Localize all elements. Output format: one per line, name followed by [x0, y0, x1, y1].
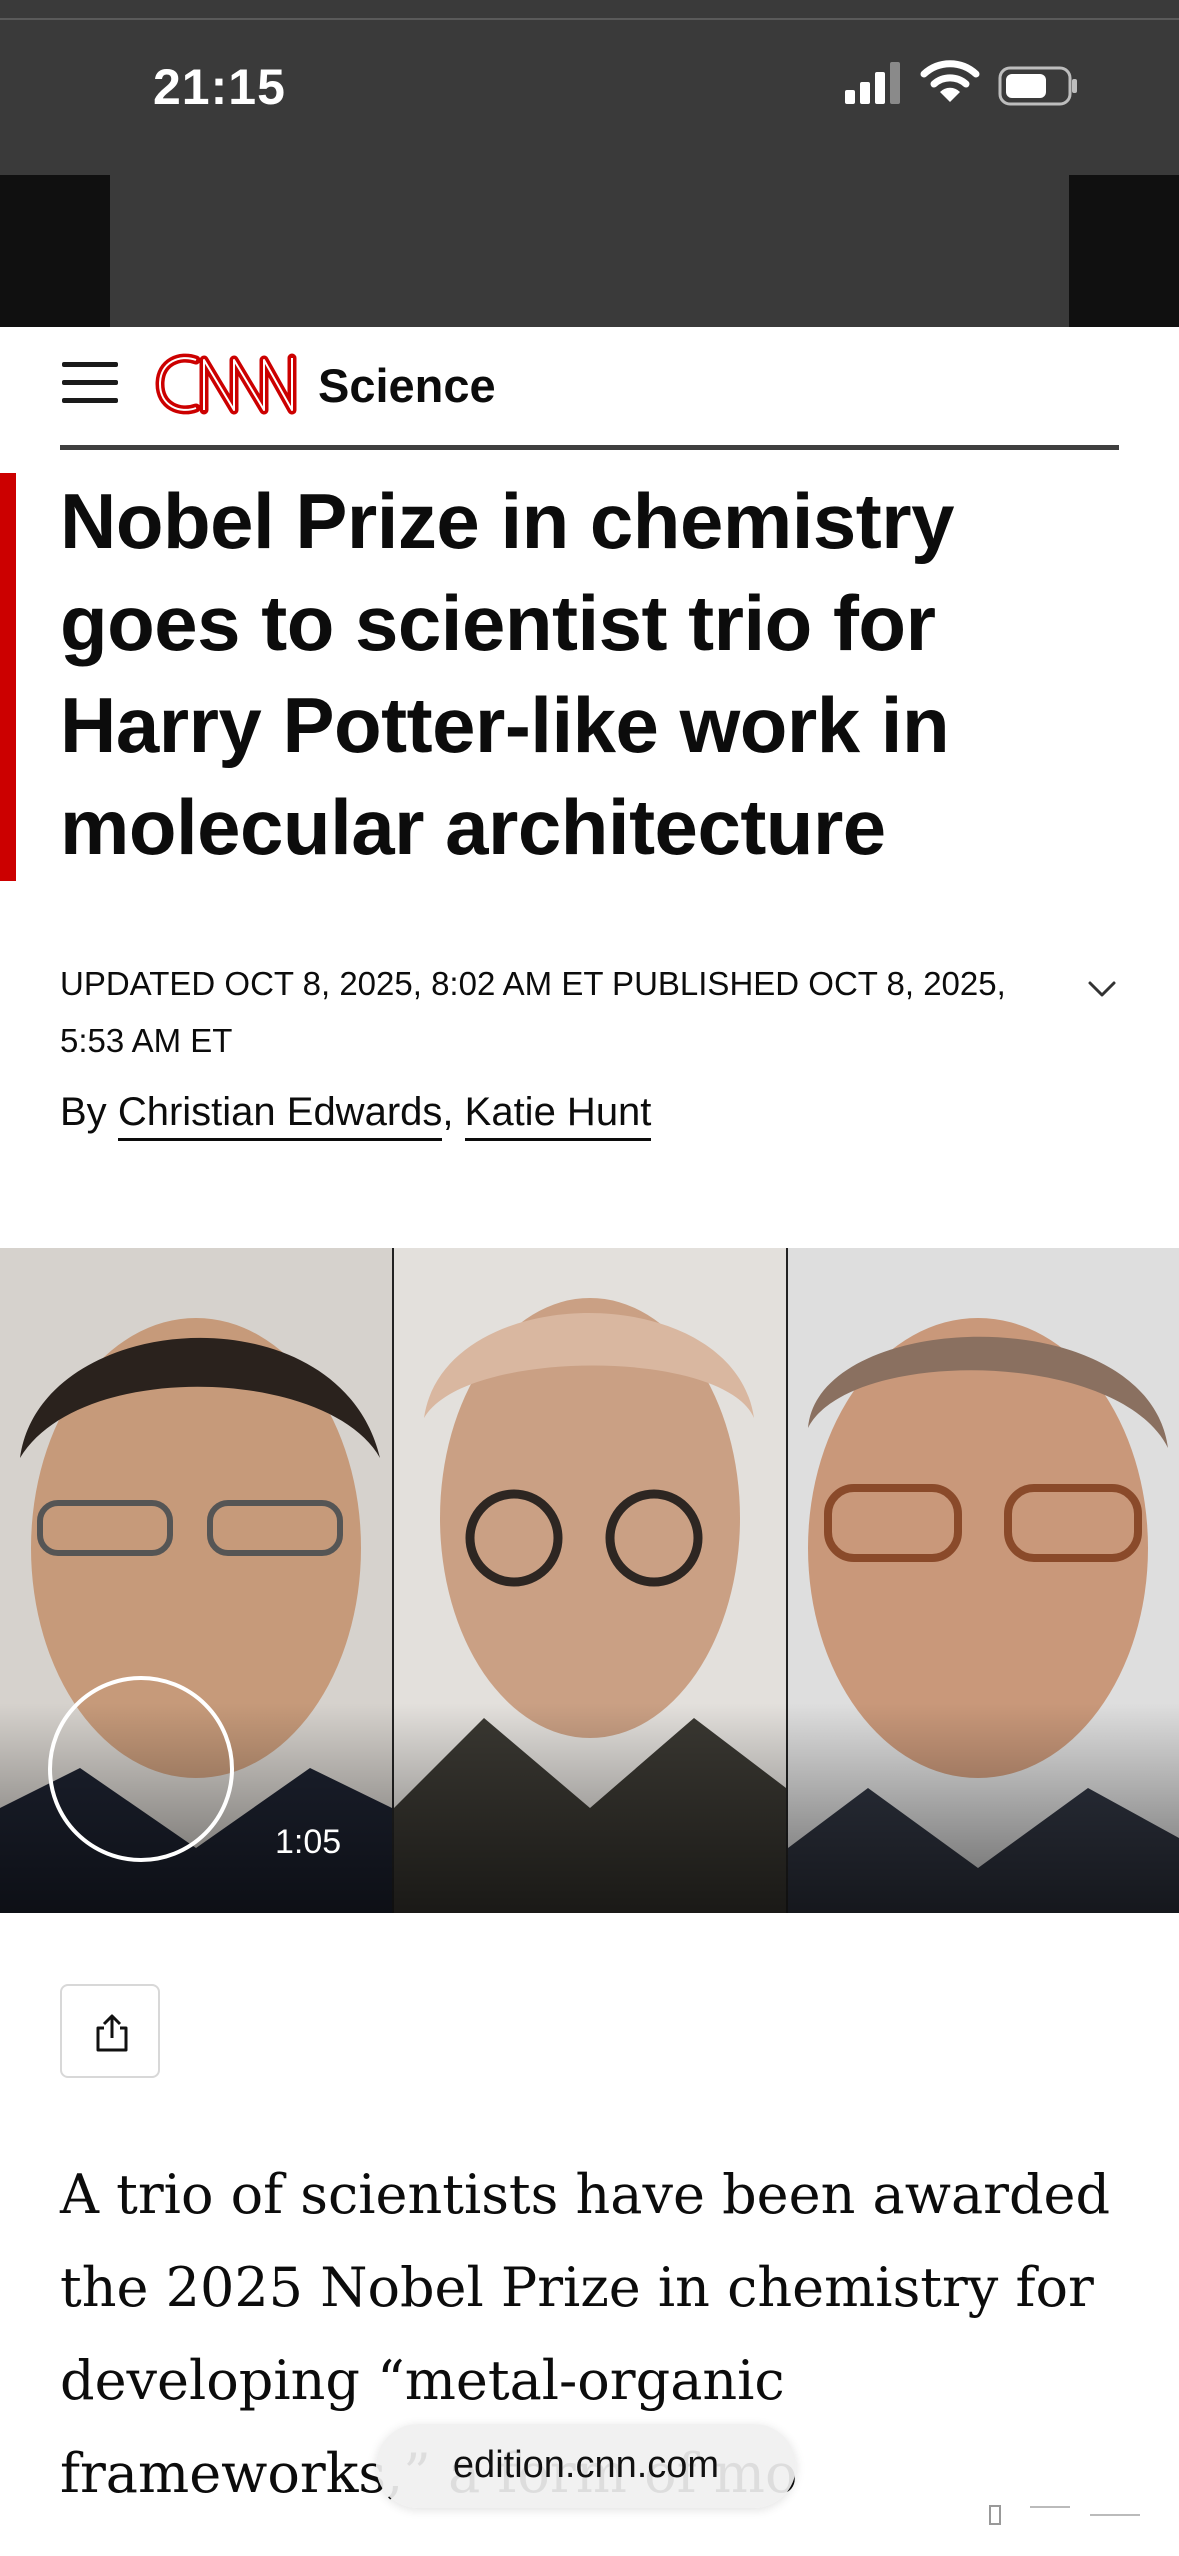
byline-prefix: By — [60, 1090, 107, 1134]
url-text: edition.cnn.com — [452, 2444, 720, 2486]
chevron-down-icon[interactable] — [1085, 977, 1119, 1001]
video-duration: 1:05 — [275, 1823, 342, 1861]
address-bar[interactable]: edition.cnn.com — [376, 2424, 796, 2508]
header-divider — [60, 445, 1119, 450]
byline: By Christian Edwards, Katie Hunt — [60, 1090, 652, 1141]
share-button[interactable] — [60, 1984, 160, 2078]
tabs-icon[interactable] — [980, 2500, 1150, 2530]
author-link[interactable]: Katie Hunt — [464, 1090, 652, 1141]
article-timestamp: UPDATED OCT 8, 2025, 8:02 AM ET PUBLISHE… — [60, 965, 1006, 1059]
cnn-logo[interactable] — [152, 348, 300, 420]
status-time: 21:15 — [153, 59, 286, 115]
cellular-signal-icon — [845, 62, 900, 104]
author-link[interactable]: Christian Edwards — [117, 1090, 443, 1141]
ad-banner — [0, 175, 1179, 327]
article-headline: Nobel Prize in chemistry goes to scienti… — [60, 477, 954, 871]
wifi-icon — [920, 60, 980, 102]
author-separator: , — [442, 1090, 454, 1134]
headline-accent-bar — [0, 473, 16, 881]
battery-icon — [998, 66, 1077, 106]
share-icon — [96, 2014, 128, 2052]
hamburger-menu-icon[interactable] — [62, 360, 122, 406]
play-icon[interactable] — [48, 1676, 234, 1862]
section-label[interactable]: Science — [318, 358, 496, 413]
status-bar-divider — [0, 18, 1179, 20]
